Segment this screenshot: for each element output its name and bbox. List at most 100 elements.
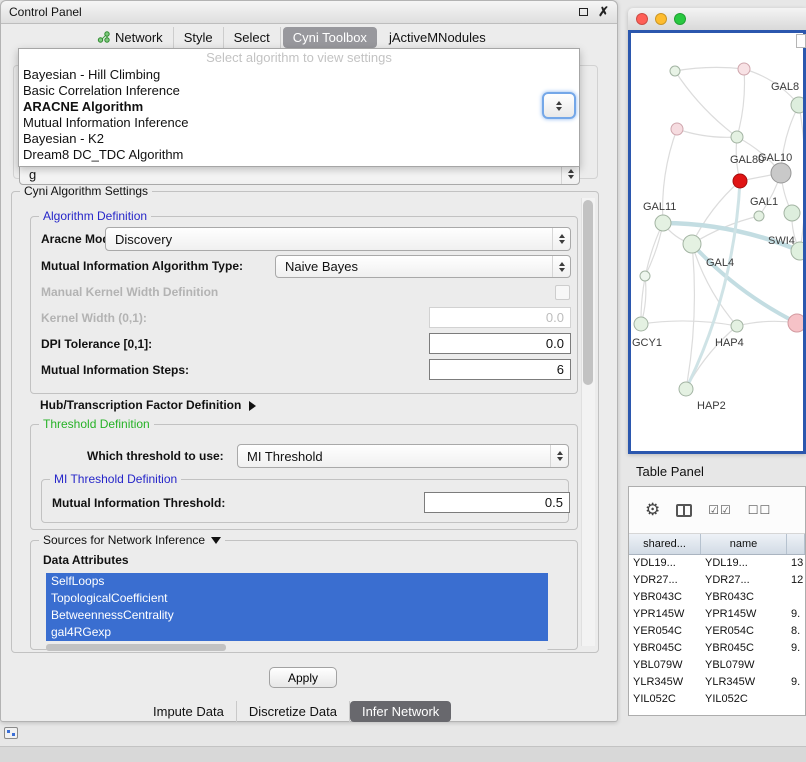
- network-node[interactable]: [683, 235, 701, 253]
- network-edge[interactable]: [675, 67, 744, 71]
- column-header-name[interactable]: name: [701, 534, 787, 554]
- table-row[interactable]: YDR27...YDR27...12: [629, 572, 805, 589]
- network-node[interactable]: [731, 320, 743, 332]
- mi-type-combo[interactable]: Naive Bayes: [275, 255, 571, 278]
- tab-impute-data[interactable]: Impute Data: [141, 701, 237, 722]
- tab-network[interactable]: Network: [87, 27, 174, 48]
- table-cell[interactable]: YDR27...: [629, 572, 701, 589]
- sources-group-title-wrap[interactable]: Sources for Network Inference: [39, 533, 225, 547]
- network-node[interactable]: [784, 205, 800, 221]
- table-cell[interactable]: [787, 589, 805, 606]
- mi-threshold-field[interactable]: 0.5: [424, 492, 570, 513]
- network-node[interactable]: [733, 174, 747, 188]
- network-node[interactable]: [791, 97, 803, 113]
- tab-jactivemodules[interactable]: jActiveMNodules: [379, 27, 496, 48]
- checked-pair-icon[interactable]: ☑☑: [708, 503, 732, 517]
- table-cell[interactable]: YBL079W: [701, 657, 787, 674]
- table-cell[interactable]: YBR045C: [701, 640, 787, 657]
- network-scrollbar-button[interactable]: [796, 34, 806, 48]
- table-cell[interactable]: [787, 657, 805, 674]
- network-edge[interactable]: [686, 326, 737, 389]
- table-cell[interactable]: YER054C: [701, 623, 787, 640]
- aracne-mode-combo[interactable]: Discovery: [105, 227, 571, 251]
- algorithm-combo-stepper[interactable]: [542, 92, 576, 119]
- close-traffic-light[interactable]: [636, 13, 648, 25]
- tab-cyni-toolbox[interactable]: Cyni Toolbox: [283, 27, 377, 48]
- data-attribute-item[interactable]: TopologicalCoefficient: [46, 590, 548, 607]
- unchecked-pair-icon[interactable]: ☐☐: [748, 503, 772, 517]
- tab-style[interactable]: Style: [174, 27, 224, 48]
- tab-infer-network[interactable]: Infer Network: [350, 701, 451, 722]
- network-edge[interactable]: [675, 71, 737, 137]
- network-node[interactable]: [655, 215, 671, 231]
- algorithm-option[interactable]: Mutual Information Inference: [19, 115, 579, 131]
- apply-button[interactable]: Apply: [269, 667, 337, 688]
- table-cell[interactable]: YER054C: [629, 623, 701, 640]
- table-row[interactable]: YLR345WYLR345W9.: [629, 674, 805, 691]
- table-cell[interactable]: 9.: [787, 640, 805, 657]
- network-edge[interactable]: [799, 105, 803, 251]
- network-node[interactable]: [634, 317, 648, 331]
- tab-discretize-data[interactable]: Discretize Data: [237, 701, 350, 722]
- table-cell[interactable]: YIL052C: [629, 691, 701, 708]
- network-node[interactable]: [771, 163, 791, 183]
- which-threshold-combo[interactable]: MI Threshold: [237, 444, 569, 468]
- network-edge[interactable]: [641, 321, 737, 326]
- network-node[interactable]: [738, 63, 750, 75]
- table-cell[interactable]: YLR345W: [701, 674, 787, 691]
- table-cell[interactable]: YIL052C: [701, 691, 787, 708]
- column-header-shared[interactable]: shared...: [629, 534, 701, 554]
- table-row[interactable]: YPR145WYPR145W9.: [629, 606, 805, 623]
- network-canvas[interactable]: GAL8GAL80GAL10GAL11GAL1SWI4GAL4GCY1HAP4H…: [628, 30, 806, 454]
- table-cell[interactable]: 12: [787, 572, 805, 589]
- attributes-hscrollbar[interactable]: [46, 644, 548, 651]
- vscrollbar-thumb[interactable]: [583, 200, 593, 385]
- algorithm-option[interactable]: ARACNE Algorithm: [19, 99, 579, 115]
- minimize-traffic-light[interactable]: [655, 13, 667, 25]
- network-node[interactable]: [679, 382, 693, 396]
- table-cell[interactable]: YBR043C: [629, 589, 701, 606]
- algorithm-option[interactable]: Bayesian - K2: [19, 131, 579, 147]
- network-node[interactable]: [731, 131, 743, 143]
- table-cell[interactable]: 9.: [787, 606, 805, 623]
- table-cell[interactable]: YPR145W: [701, 606, 787, 623]
- table-cell[interactable]: YBL079W: [629, 657, 701, 674]
- mi-steps-field[interactable]: 6: [429, 359, 571, 380]
- kernel-width-field[interactable]: 0.0: [429, 307, 571, 328]
- table-cell[interactable]: YLR345W: [629, 674, 701, 691]
- column-header-extra[interactable]: [787, 534, 805, 554]
- table-cell[interactable]: YDL19...: [629, 555, 701, 572]
- network-node[interactable]: [670, 66, 680, 76]
- close-button[interactable]: ✗: [598, 4, 609, 20]
- data-attribute-item[interactable]: gal4RGexp: [46, 624, 548, 641]
- gear-icon[interactable]: ⚙: [645, 500, 660, 520]
- dpi-tolerance-field[interactable]: 0.0: [429, 333, 571, 354]
- table-cell[interactable]: [787, 691, 805, 708]
- table-cell[interactable]: YDR27...: [701, 572, 787, 589]
- zoom-traffic-light[interactable]: [674, 13, 686, 25]
- restore-panel-icon[interactable]: [4, 727, 18, 739]
- table-row[interactable]: YBR045CYBR045C9.: [629, 640, 805, 657]
- table-cell[interactable]: YPR145W: [629, 606, 701, 623]
- table-row[interactable]: YER054CYER054C8.: [629, 623, 805, 640]
- data-attribute-item[interactable]: BetweennessCentrality: [46, 607, 548, 624]
- table-cell[interactable]: 13: [787, 555, 805, 572]
- table-cell[interactable]: YBR043C: [701, 589, 787, 606]
- table-row[interactable]: YBR043CYBR043C: [629, 589, 805, 606]
- table-row[interactable]: YIL052CYIL052C: [629, 691, 805, 708]
- table-cell[interactable]: 9.: [787, 674, 805, 691]
- table-cell[interactable]: YBR045C: [629, 640, 701, 657]
- columns-icon[interactable]: [676, 504, 692, 517]
- table-cell[interactable]: 8.: [787, 623, 805, 640]
- manual-kernel-checkbox[interactable]: [555, 285, 570, 300]
- tab-select[interactable]: Select: [224, 27, 281, 48]
- hub-definition-toggle[interactable]: Hub/Transcription Factor Definition: [40, 398, 256, 412]
- network-edge[interactable]: [692, 181, 740, 244]
- algorithm-option[interactable]: Basic Correlation Inference: [19, 83, 579, 99]
- table-row[interactable]: YDL19...YDL19...13: [629, 555, 805, 572]
- network-edge[interactable]: [686, 244, 694, 389]
- table-cell[interactable]: YDL19...: [701, 555, 787, 572]
- algorithm-option[interactable]: Dream8 DC_TDC Algorithm: [19, 147, 579, 163]
- network-node[interactable]: [754, 211, 764, 221]
- network-edge[interactable]: [737, 69, 745, 137]
